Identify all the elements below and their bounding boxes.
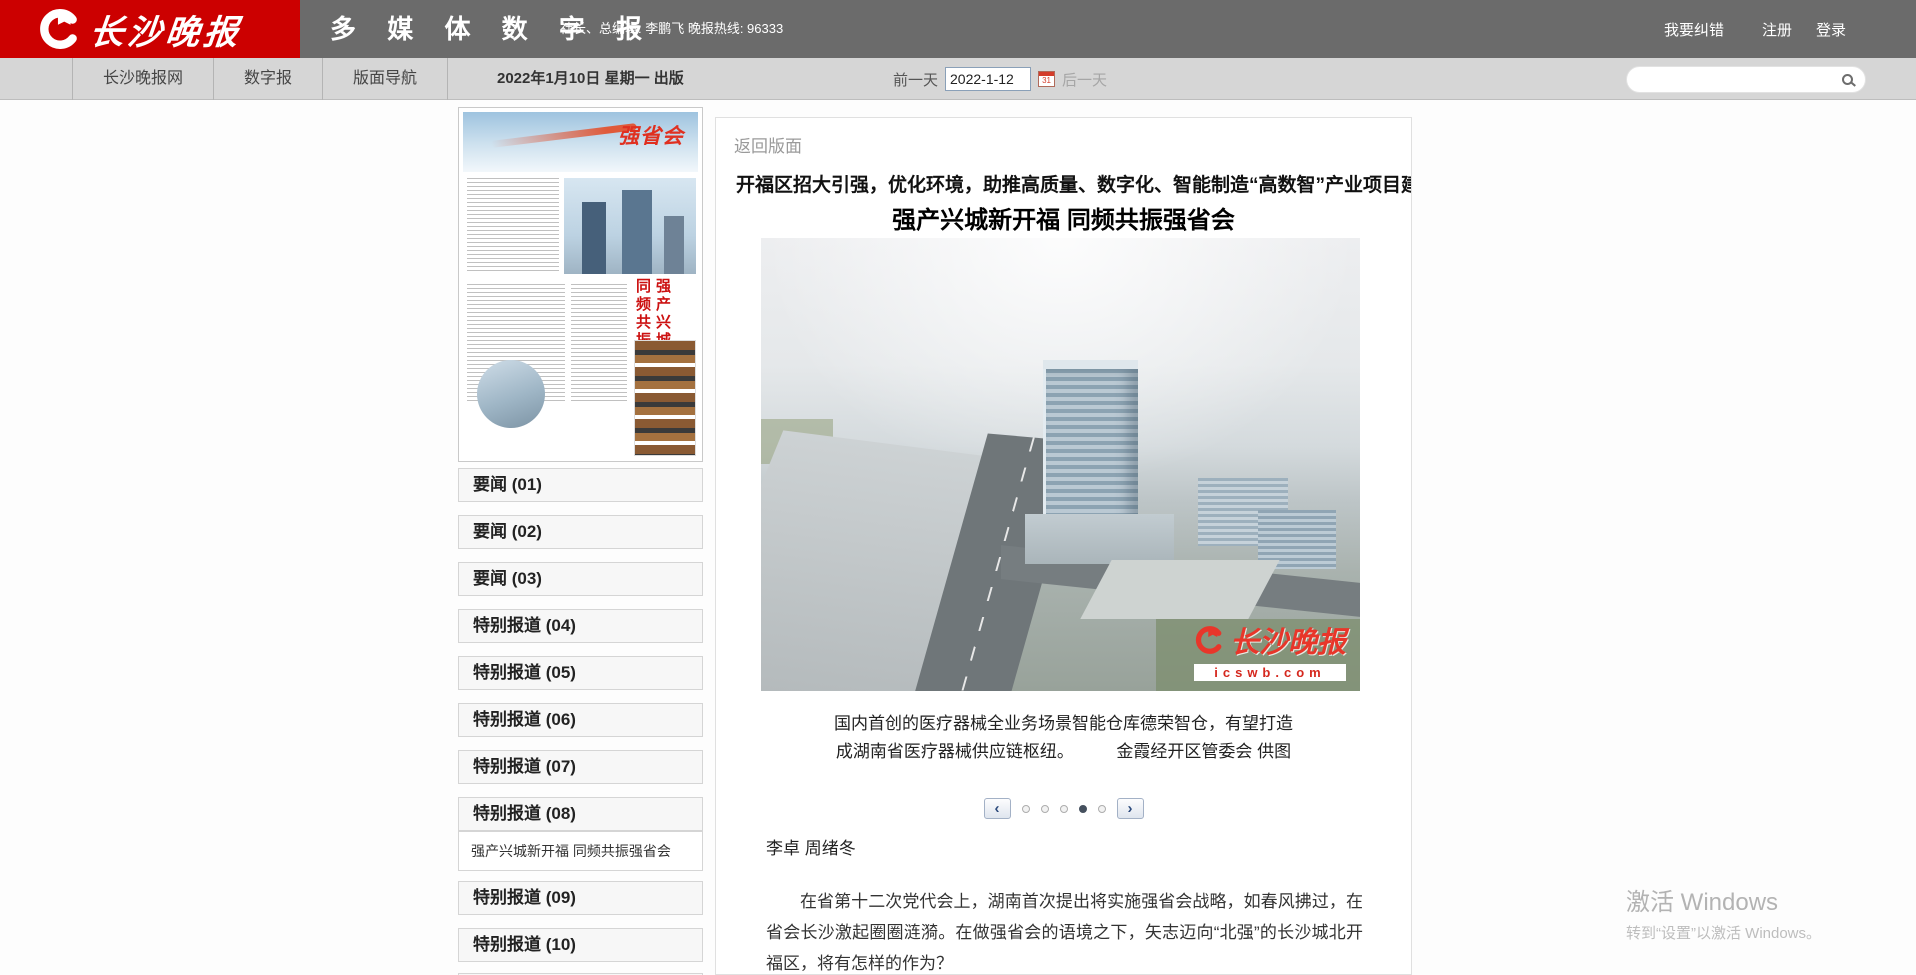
search-input[interactable]	[1627, 68, 1842, 91]
nav-item-digital-paper[interactable]: 数字报	[214, 58, 323, 100]
pagination-dot-5[interactable]	[1098, 805, 1106, 813]
thumbnail-tower	[582, 202, 606, 274]
photo-watermark-url: icswb.com	[1194, 664, 1346, 681]
masthead-info: 社长、总编辑: 李鹏飞 晚报热线: 96333	[560, 0, 783, 58]
article-panel: 返回版面 开福区招大引强，优化环境，助推高质量、数字化、智能制造“高数智”产业项…	[715, 117, 1412, 975]
windows-watermark-line1: 激活 Windows	[1626, 882, 1821, 917]
pagination-dot-4-active[interactable]	[1079, 805, 1087, 813]
photo-watermark-brand: 长沙晚报	[1230, 619, 1346, 661]
thumbnail-city-photo	[564, 178, 696, 274]
sidebar-item-page-08[interactable]: 特别报道 (08)	[458, 797, 703, 831]
sidebar-item-page-03[interactable]: 要闻 (03)	[458, 562, 703, 596]
report-error-link[interactable]: 我要纠错	[1664, 19, 1724, 40]
article-paragraph: 在省第十二次党代会上，湖南首次提出将实施强省会战略，如春风拂过，在省会长沙激起圈…	[766, 886, 1363, 975]
caption-line-1: 国内首创的医疗器械全业务场景智能仓库德荣智仓，有望打造	[756, 710, 1371, 738]
sidebar-item-page-06[interactable]: 特别报道 (06)	[458, 703, 703, 737]
logo-block[interactable]: 长沙晚报	[0, 0, 300, 58]
thumbnail-banner-image: 强省会	[463, 112, 698, 172]
article-authors: 李卓 周绪冬	[766, 834, 856, 859]
calendar-icon[interactable]	[1038, 71, 1055, 87]
thumbnail-banner-title: 强省会	[618, 120, 684, 150]
article-title: 强产兴城新开福 同频共振强省会	[736, 200, 1391, 235]
publish-date: 2022年1月10日 星期一 出版	[497, 58, 684, 100]
photo-watermark: 长沙晚报 icswb.com	[1194, 619, 1346, 681]
article-photo[interactable]: 长沙晚报 icswb.com	[761, 238, 1360, 691]
thumbnail-text-column	[571, 284, 627, 402]
search-box	[1626, 66, 1866, 93]
pagination-dot-2[interactable]	[1041, 805, 1049, 813]
photo-caption: 国内首创的医疗器械全业务场景智能仓库德荣智仓，有望打造 成湖南省医疗器械供应链枢…	[756, 710, 1371, 766]
photo-plaza	[1081, 560, 1280, 619]
changsha-evening-news-logo-icon	[38, 8, 80, 50]
subnav-items: 长沙晚报网 数字报 版面导航	[72, 58, 448, 100]
next-day-link[interactable]: 后一天	[1062, 69, 1107, 90]
front-page-thumbnail[interactable]: 强省会 强产兴城新开福 同频共振强省会	[458, 107, 703, 462]
sidebar-item-page-07[interactable]: 特别报道 (07)	[458, 750, 703, 784]
sidebar-item-page-10[interactable]: 特别报道 (10)	[458, 928, 703, 962]
thumbnail-text-column	[467, 178, 559, 274]
sidebar-item-page-09[interactable]: 特别报道 (09)	[458, 881, 703, 915]
sidebar-item-page-02[interactable]: 要闻 (02)	[458, 515, 703, 549]
sidebar-item-page-01[interactable]: 要闻 (01)	[458, 468, 703, 502]
nav-item-page-navigation[interactable]: 版面导航	[323, 58, 448, 100]
caption-line-2: 成湖南省医疗器械供应链枢纽。 金霞经开区管委会 供图	[756, 738, 1371, 766]
thumbnail-banner-swoosh	[491, 123, 636, 148]
logo-text: 长沙晚报	[87, 5, 244, 54]
article-kicker: 开福区招大引强，优化环境，助推高质量、数字化、智能制造“高数智”产业项目建设——	[736, 170, 1391, 197]
windows-activation-watermark: 激活 Windows 转到“设置”以激活 Windows。	[1626, 882, 1821, 943]
register-link[interactable]: 注册	[1762, 19, 1792, 40]
sidebar-item-page-05[interactable]: 特别报道 (05)	[458, 656, 703, 690]
thumbnail-circle-photo	[477, 360, 545, 428]
windows-watermark-line2: 转到“设置”以激活 Windows。	[1626, 922, 1821, 943]
photo-watermark-logo-icon	[1194, 625, 1224, 655]
top-header: 长沙晚报 多 媒 体 数 字 报 社长、总编辑: 李鹏飞 晚报热线: 96333…	[0, 0, 1916, 58]
search-icon[interactable]	[1842, 74, 1853, 85]
nav-item-news-site[interactable]: 长沙晚报网	[72, 58, 214, 100]
login-link[interactable]: 登录	[1816, 19, 1846, 40]
digital-newspaper-page: 长沙晚报 多 媒 体 数 字 报 社长、总编辑: 李鹏飞 晚报热线: 96333…	[0, 0, 1916, 975]
thumbnail-warehouse-photo	[634, 340, 696, 456]
sidebar-current-article-link[interactable]: 强产兴城新开福 同频共振强省会	[458, 831, 703, 871]
pagination-dot-3[interactable]	[1060, 805, 1068, 813]
carousel-prev-button[interactable]: ‹	[984, 798, 1011, 819]
photo-pagination: ‹ ›	[716, 798, 1411, 819]
thumbnail-tower	[622, 190, 652, 274]
carousel-next-button[interactable]: ›	[1117, 798, 1144, 819]
date-input[interactable]	[945, 67, 1031, 91]
previous-day-link[interactable]: 前一天	[893, 69, 938, 90]
photo-podium-building	[1025, 514, 1175, 564]
back-to-page-link[interactable]: 返回版面	[734, 132, 802, 157]
thumbnail-tower	[664, 216, 684, 274]
header-links: 我要纠错 注册 登录	[1664, 0, 1846, 58]
day-navigation: 前一天 后一天	[893, 58, 1107, 100]
sub-navigation-bar: 长沙晚报网 数字报 版面导航 2022年1月10日 星期一 出版 前一天 后一天	[0, 58, 1916, 100]
sidebar-item-page-04[interactable]: 特别报道 (04)	[458, 609, 703, 643]
pagination-dot-1[interactable]	[1022, 805, 1030, 813]
